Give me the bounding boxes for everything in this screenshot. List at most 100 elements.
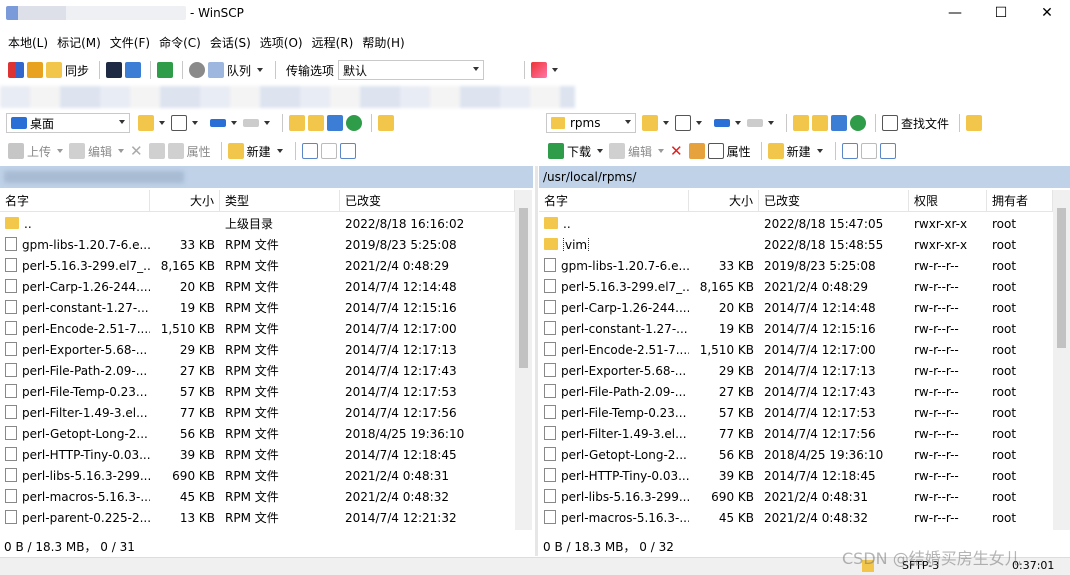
- scroll-thumb[interactable]: [519, 208, 528, 368]
- filter-select-icon[interactable]: [879, 143, 896, 159]
- table-row[interactable]: perl-HTTP-Tiny-0.03... 39 KB RPM 文件 2014/7/…: [0, 444, 515, 465]
- col-changed[interactable]: 已改变: [759, 189, 909, 212]
- download-button[interactable]: 下载: [567, 143, 591, 160]
- chevron-down-icon[interactable]: [816, 149, 823, 153]
- delete-icon[interactable]: ✕: [130, 142, 143, 160]
- terminal-icon[interactable]: [106, 62, 123, 78]
- table-row[interactable]: perl-Encode-2.51-7.... 1,510 KB 2014/7/4 1…: [539, 339, 1053, 360]
- table-row[interactable]: perl-Getopt-Long-2... 56 KB 2018/4/25 19:3…: [539, 444, 1053, 465]
- close-button[interactable]: ✕: [1024, 0, 1070, 26]
- table-row[interactable]: gpm-libs-1.20.7-6.e... 33 KB 2019/8/23 5:2…: [539, 255, 1053, 276]
- table-row[interactable]: .. 上级目录 2022/8/18 16:16:02: [0, 213, 515, 234]
- edit-button[interactable]: 编辑: [628, 143, 652, 160]
- col-changed[interactable]: 已改变: [340, 189, 515, 212]
- back-icon[interactable]: [210, 119, 226, 127]
- upload-button[interactable]: 上传: [27, 143, 51, 160]
- table-row[interactable]: perl-HTTP-Tiny-0.03... 39 KB 2014/7/4 12:1…: [539, 465, 1053, 486]
- open-folder-icon[interactable]: [138, 115, 154, 131]
- table-row[interactable]: perl-File-Path-2.09-... 27 KB RPM 文件 2014/7…: [0, 360, 515, 381]
- compare-icon[interactable]: [8, 62, 24, 78]
- menu-options[interactable]: 选项(O): [260, 34, 303, 51]
- chevron-down-icon[interactable]: [735, 121, 741, 125]
- sync-button[interactable]: 同步: [65, 62, 89, 79]
- transfer-preset-select[interactable]: 默认: [338, 60, 485, 80]
- rename-icon[interactable]: [688, 143, 705, 159]
- table-row[interactable]: perl-macros-5.16.3-... 45 KB 2021/2/4 0:48…: [539, 507, 1053, 528]
- queue-button[interactable]: 队列: [227, 62, 251, 79]
- forward-icon[interactable]: [747, 119, 763, 127]
- open-folder-icon[interactable]: [642, 115, 658, 131]
- properties-button[interactable]: 属性: [727, 143, 751, 160]
- edit-icon[interactable]: [609, 143, 626, 159]
- minimize-button[interactable]: —: [932, 0, 978, 26]
- chevron-down-icon[interactable]: [696, 121, 702, 125]
- filter-select-icon[interactable]: [339, 143, 356, 159]
- table-row[interactable]: perl-5.16.3-299.el7_... 8,165 KB RPM 文件 202…: [0, 255, 515, 276]
- chevron-down-icon[interactable]: [192, 121, 198, 125]
- delete-icon[interactable]: ✕: [670, 142, 683, 160]
- new-icon[interactable]: [767, 143, 784, 159]
- filter-icon[interactable]: [675, 115, 691, 131]
- unselect-icon[interactable]: [860, 143, 877, 159]
- table-row[interactable]: perl-Encode-2.51-7.... 1,510 KB RPM 文件 2014…: [0, 318, 515, 339]
- forward-icon[interactable]: [243, 119, 259, 127]
- table-row[interactable]: perl-Filter-1.49-3.el... 77 KB 2014/7/4 12…: [539, 423, 1053, 444]
- tree-toggle-icon[interactable]: [966, 115, 983, 131]
- left-scrollbar[interactable]: [515, 190, 532, 530]
- new-icon[interactable]: [227, 143, 244, 159]
- table-row[interactable]: perl-Getopt-Long-2... 56 KB RPM 文件 2018/4/2…: [0, 423, 515, 444]
- parent-folder-icon[interactable]: [289, 115, 305, 131]
- back-icon[interactable]: [714, 119, 730, 127]
- col-permissions[interactable]: 权限: [909, 189, 987, 212]
- unselect-icon[interactable]: [320, 143, 337, 159]
- table-row[interactable]: perl-Exporter-5.68-... 29 KB 2014/7/4 12:1…: [539, 360, 1053, 381]
- maximize-button[interactable]: ☐: [978, 0, 1024, 26]
- properties-button[interactable]: 属性: [187, 143, 211, 160]
- table-row[interactable]: perl-libs-5.16.3-299... 690 KB RPM 文件 2021/…: [0, 465, 515, 486]
- home-icon[interactable]: [831, 115, 847, 131]
- table-row[interactable]: perl-Exporter-5.68-... 29 KB RPM 文件 2014/7/…: [0, 339, 515, 360]
- synchronize-browse-icon[interactable]: [27, 62, 43, 78]
- table-row[interactable]: perl-Filter-1.49-3.el... 77 KB RPM 文件 2014/…: [0, 402, 515, 423]
- table-row[interactable]: perl-File-Temp-0.23... 57 KB 2014/7/4 12:1…: [539, 402, 1053, 423]
- find-files-icon[interactable]: [882, 115, 898, 131]
- panel-splitter[interactable]: [535, 166, 538, 556]
- table-row[interactable]: vim 2022/8/18 15:48:55 rwxr-xr-x root: [539, 234, 1053, 255]
- table-row[interactable]: perl-File-Temp-0.23... 57 KB RPM 文件 2014/7/…: [0, 381, 515, 402]
- chevron-down-icon[interactable]: [597, 149, 604, 153]
- table-row[interactable]: perl-macros-5.16.3-... 45 KB RPM 文件 2021/2/…: [0, 486, 515, 507]
- chevron-down-icon[interactable]: [768, 121, 774, 125]
- col-name[interactable]: 名字: [0, 189, 150, 212]
- select-all-icon[interactable]: [841, 143, 858, 159]
- properties-icon[interactable]: [707, 143, 724, 159]
- menu-remote[interactable]: 远程(R): [312, 34, 354, 51]
- refresh-icon[interactable]: [346, 115, 362, 131]
- scroll-thumb[interactable]: [1057, 208, 1066, 348]
- menu-help[interactable]: 帮助(H): [362, 34, 404, 51]
- chevron-down-icon[interactable]: [658, 149, 665, 153]
- table-row[interactable]: perl-parent-0.225-2... 13 KB RPM 文件 2014/7/…: [0, 507, 515, 528]
- chevron-down-icon[interactable]: [118, 149, 125, 153]
- table-row[interactable]: gpm-libs-1.20.7-6.e... 33 KB RPM 文件 2019/8/…: [0, 234, 515, 255]
- session-tabs[interactable]: [0, 86, 575, 108]
- filter-icon[interactable]: [171, 115, 187, 131]
- chevron-down-icon[interactable]: [552, 68, 559, 72]
- right-scrollbar[interactable]: [1053, 190, 1070, 530]
- chevron-down-icon[interactable]: [159, 121, 165, 125]
- table-row[interactable]: perl-Carp-1.26-244.... 20 KB RPM 文件 2014/7/…: [0, 276, 515, 297]
- gear-icon[interactable]: [189, 62, 206, 78]
- putty-icon[interactable]: [125, 62, 142, 78]
- col-name[interactable]: 名字: [539, 189, 689, 212]
- find-files-button[interactable]: 查找文件: [901, 115, 949, 132]
- col-owner[interactable]: 拥有者: [987, 189, 1053, 212]
- chevron-down-icon[interactable]: [276, 149, 283, 153]
- new-button[interactable]: 新建: [247, 143, 271, 160]
- home-icon[interactable]: [327, 115, 343, 131]
- col-type[interactable]: 类型: [220, 189, 340, 212]
- chevron-down-icon[interactable]: [663, 121, 669, 125]
- table-row[interactable]: perl-libs-5.16.3-299... 690 KB 2021/2/4 0:…: [539, 486, 1053, 507]
- rename-icon[interactable]: [148, 143, 165, 159]
- edit-icon[interactable]: [69, 143, 86, 159]
- menu-mark[interactable]: 标记(M): [57, 34, 101, 51]
- parent-folder-icon[interactable]: [793, 115, 809, 131]
